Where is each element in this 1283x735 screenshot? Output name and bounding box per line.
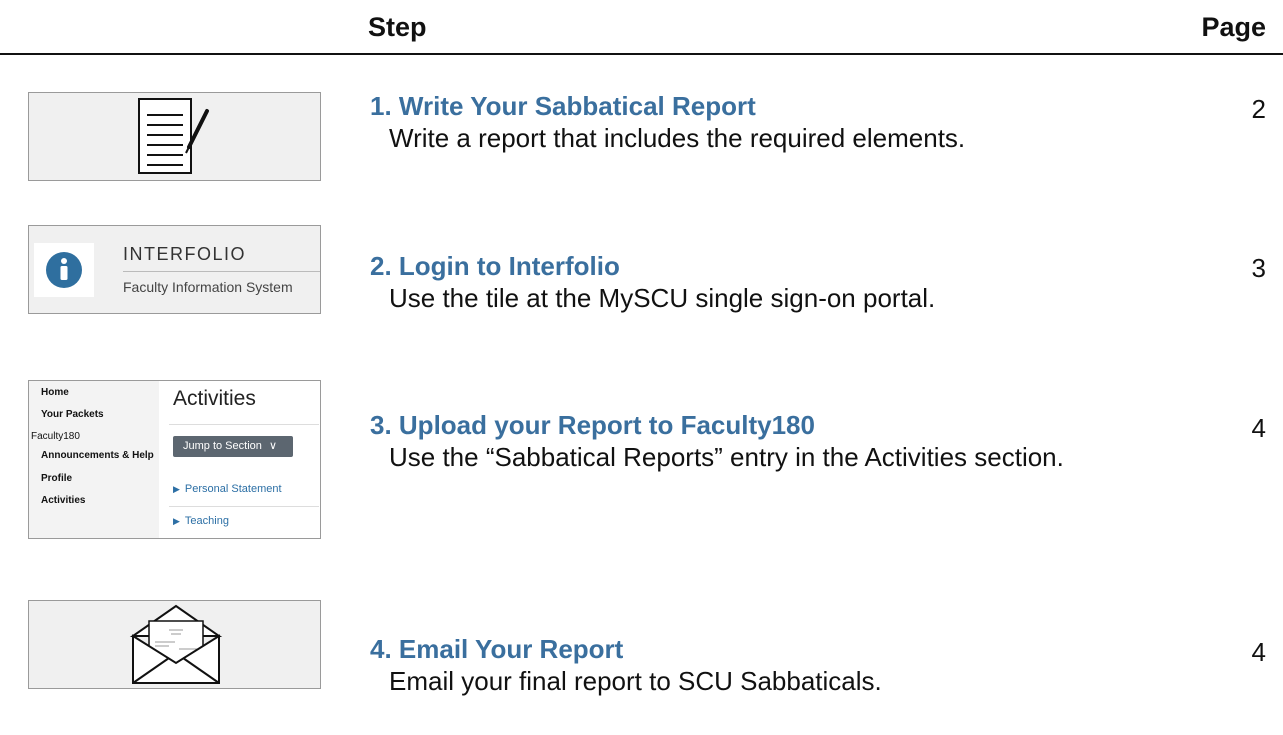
nav-faculty180: Faculty180: [31, 431, 80, 442]
header-divider: [0, 53, 1283, 55]
step-title: 2. Login to Interfolio: [370, 251, 620, 281]
info-badge: [34, 243, 94, 297]
envelope-letter-icon: [129, 604, 223, 684]
jump-label: Jump to Section: [183, 440, 262, 452]
title-divider: [169, 424, 319, 425]
step-title: 4. Email Your Report: [370, 634, 624, 664]
nav-home: Home: [41, 387, 69, 398]
activities-title: Activities: [173, 387, 256, 410]
jump-to-section-button: Jump to Section ∨: [173, 436, 293, 457]
step-description: Use the tile at the MySCU single sign-on…: [389, 283, 936, 313]
chevron-down-icon: ∨: [268, 440, 277, 452]
section-teaching: ▶ Teaching: [173, 515, 229, 527]
step-page-number: 2: [1251, 94, 1266, 124]
step-page-number: 3: [1251, 253, 1266, 283]
document-pen-icon: [138, 98, 209, 174]
step-page-number: 4: [1251, 413, 1266, 443]
nav-profile: Profile: [41, 473, 73, 484]
info-icon: [46, 252, 82, 288]
nav-your-packets: Your Packets: [41, 409, 104, 420]
section-divider: [169, 506, 319, 507]
page-column-header: Page: [1201, 12, 1266, 42]
step-page-number: 4: [1251, 637, 1266, 667]
nav-announcements: Announcements & Help: [41, 450, 154, 461]
step-title: 3. Upload your Report to Faculty180: [370, 410, 815, 440]
tile-divider: [123, 271, 320, 272]
interfolio-tile-thumbnail: INTERFOLIO Faculty Information System: [28, 225, 321, 314]
nav-activities: Activities: [41, 495, 86, 506]
caret-right-icon: ▶: [173, 484, 180, 494]
write-report-thumbnail: [28, 92, 321, 181]
faculty180-screenshot: Home Your Packets Faculty180 Announcemen…: [28, 380, 321, 539]
email-thumbnail: [28, 600, 321, 689]
step-description: Use the “Sabbatical Reports” entry in th…: [389, 442, 1064, 472]
interfolio-name: INTERFOLIO: [123, 244, 247, 264]
step-description: Write a report that includes the require…: [389, 123, 966, 153]
step-column-header: Step: [368, 12, 427, 42]
caret-right-icon: ▶: [173, 516, 180, 526]
interfolio-subtitle: Faculty Information System: [123, 279, 293, 295]
faculty180-main: Activities Jump to Section ∨ ▶ Personal S…: [159, 381, 320, 538]
section-label: Personal Statement: [184, 483, 282, 495]
step-description: Email your final report to SCU Sabbatica…: [389, 666, 882, 696]
step-title: 1. Write Your Sabbatical Report: [370, 91, 756, 121]
section-label: Teaching: [184, 515, 229, 527]
faculty180-sidebar: Home Your Packets Faculty180 Announcemen…: [29, 381, 159, 538]
section-personal-statement: ▶ Personal Statement: [173, 483, 282, 495]
